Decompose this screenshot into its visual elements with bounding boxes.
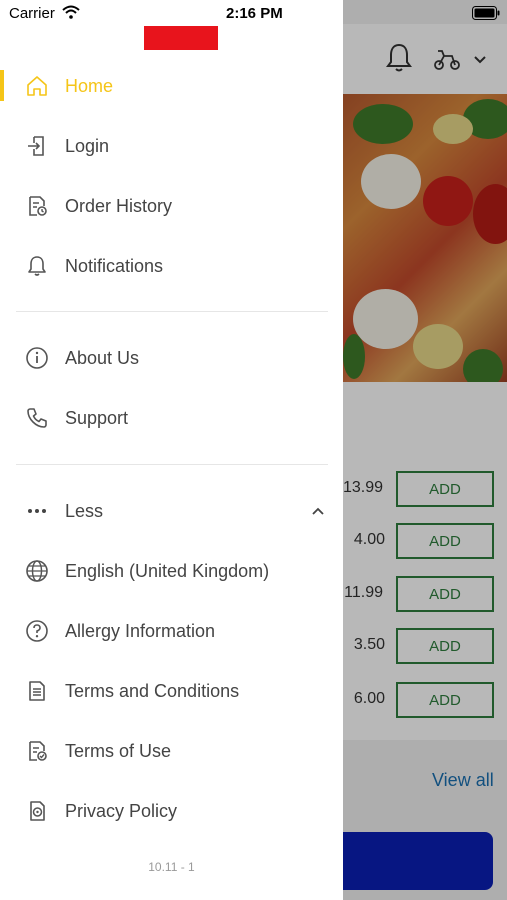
menu-label: Privacy Policy	[65, 800, 178, 821]
menu-label: Less	[65, 500, 104, 521]
info-icon	[24, 345, 50, 371]
order-history-icon	[24, 193, 50, 219]
wifi-icon	[62, 5, 80, 19]
menu-label: Terms of Use	[65, 740, 172, 761]
menu-item-login[interactable]: Login	[0, 124, 343, 168]
menu-label: Allergy Information	[65, 620, 216, 641]
menu-item-terms-of-use[interactable]: Terms of Use	[0, 729, 343, 773]
brand-logo	[144, 26, 218, 50]
menu-item-privacy-policy[interactable]: Privacy Policy	[0, 789, 343, 833]
menu-item-about-us[interactable]: About Us	[0, 336, 343, 380]
drawer-overlay[interactable]	[343, 0, 507, 900]
menu-item-order-history[interactable]: Order History	[0, 184, 343, 228]
document-check-icon	[24, 738, 50, 764]
globe-icon	[24, 558, 50, 584]
menu-label: Terms and Conditions	[65, 680, 240, 701]
menu-label: About Us	[65, 347, 140, 368]
menu-item-allergy-information[interactable]: Allergy Information	[0, 609, 343, 653]
divider	[16, 464, 328, 465]
document-icon	[24, 678, 50, 704]
privacy-icon	[24, 798, 50, 824]
menu-label: Home	[65, 75, 114, 96]
menu-label: Order History	[65, 195, 173, 216]
menu-label: Login	[65, 135, 110, 156]
more-dots-icon	[24, 498, 50, 524]
question-icon	[24, 618, 50, 644]
login-icon	[24, 133, 50, 159]
menu-item-terms-and-conditions[interactable]: Terms and Conditions	[0, 669, 343, 713]
navigation-drawer: Home Login Order History Notifications A…	[0, 0, 343, 900]
menu-label: Support	[65, 407, 129, 428]
menu-item-support[interactable]: Support	[0, 396, 343, 440]
chevron-up-icon	[312, 507, 324, 515]
status-bar: Carrier 2:16 PM	[0, 0, 507, 26]
menu-label: Notifications	[65, 255, 164, 276]
home-icon	[24, 73, 50, 99]
divider	[16, 311, 328, 312]
menu-item-language[interactable]: English (United Kingdom)	[0, 549, 343, 593]
bell-icon	[24, 253, 50, 279]
clock-time: 2:16 PM	[226, 5, 283, 22]
carrier-label: Carrier	[9, 5, 55, 22]
phone-icon	[24, 405, 50, 431]
app-version: 10.11 - 1	[148, 860, 195, 874]
battery-icon	[472, 6, 500, 20]
menu-item-notifications[interactable]: Notifications	[0, 244, 343, 288]
menu-item-home[interactable]: Home	[0, 64, 343, 108]
menu-label: English (United Kingdom)	[65, 560, 270, 581]
menu-item-less[interactable]: Less	[0, 489, 343, 533]
